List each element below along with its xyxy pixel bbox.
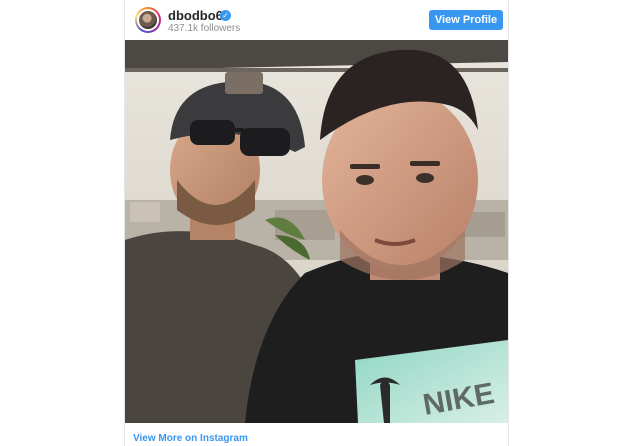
post-header: dbodbo69 ✓ 437.1k followers View Profile [125, 0, 508, 40]
view-more-instagram-link[interactable]: View More on Instagram [133, 433, 248, 444]
post-photo[interactable]: NIKE [125, 40, 508, 423]
avatar-ring-gap [137, 9, 159, 31]
profile-avatar[interactable] [135, 7, 161, 33]
verified-badge-icon: ✓ [220, 10, 231, 21]
instagram-embed-card: dbodbo69 ✓ 437.1k followers View Profile [124, 0, 509, 446]
view-profile-button[interactable]: View Profile [429, 10, 503, 30]
selfie-image: NIKE [125, 40, 508, 423]
follower-count: 437.1k followers [168, 23, 241, 34]
avatar-photo [139, 11, 157, 29]
